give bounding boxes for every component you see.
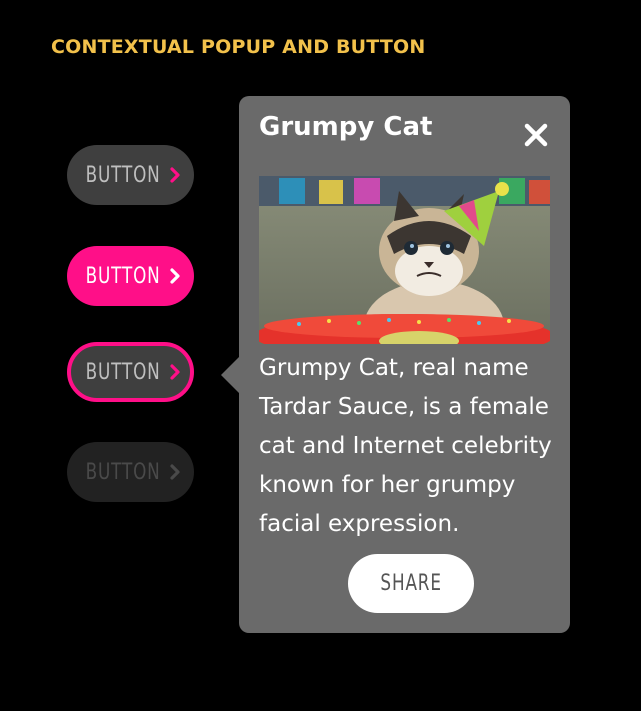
share-button-label: SHARE — [380, 571, 442, 596]
button-label: BUTTON — [85, 359, 161, 385]
popup-description: Grumpy Cat, real name Tardar Sauce, is a… — [259, 355, 552, 537]
button-hover[interactable]: BUTTON — [67, 246, 194, 306]
button-label: BUTTON — [85, 162, 161, 188]
share-button[interactable]: SHARE — [348, 554, 474, 613]
contextual-popup: Grumpy Cat Grumpy Cat, real name Tardar … — [221, 96, 570, 633]
button-disabled: BUTTON — [67, 442, 194, 502]
button-focus[interactable]: BUTTON — [67, 342, 194, 402]
grumpy-cat-photo — [259, 176, 550, 344]
close-icon[interactable] — [524, 123, 548, 147]
popup-pointer — [221, 357, 239, 393]
button-label: BUTTON — [85, 459, 161, 485]
chevron-right-icon — [170, 268, 180, 284]
chevron-right-icon — [170, 364, 180, 380]
popup-title: Grumpy Cat — [259, 112, 433, 142]
button-label: BUTTON — [85, 263, 161, 289]
button-default[interactable]: BUTTON — [67, 145, 194, 205]
chevron-right-icon — [170, 167, 180, 183]
section-title: CONTEXTUAL POPUP AND BUTTON — [51, 36, 426, 58]
chevron-right-icon — [170, 464, 180, 480]
